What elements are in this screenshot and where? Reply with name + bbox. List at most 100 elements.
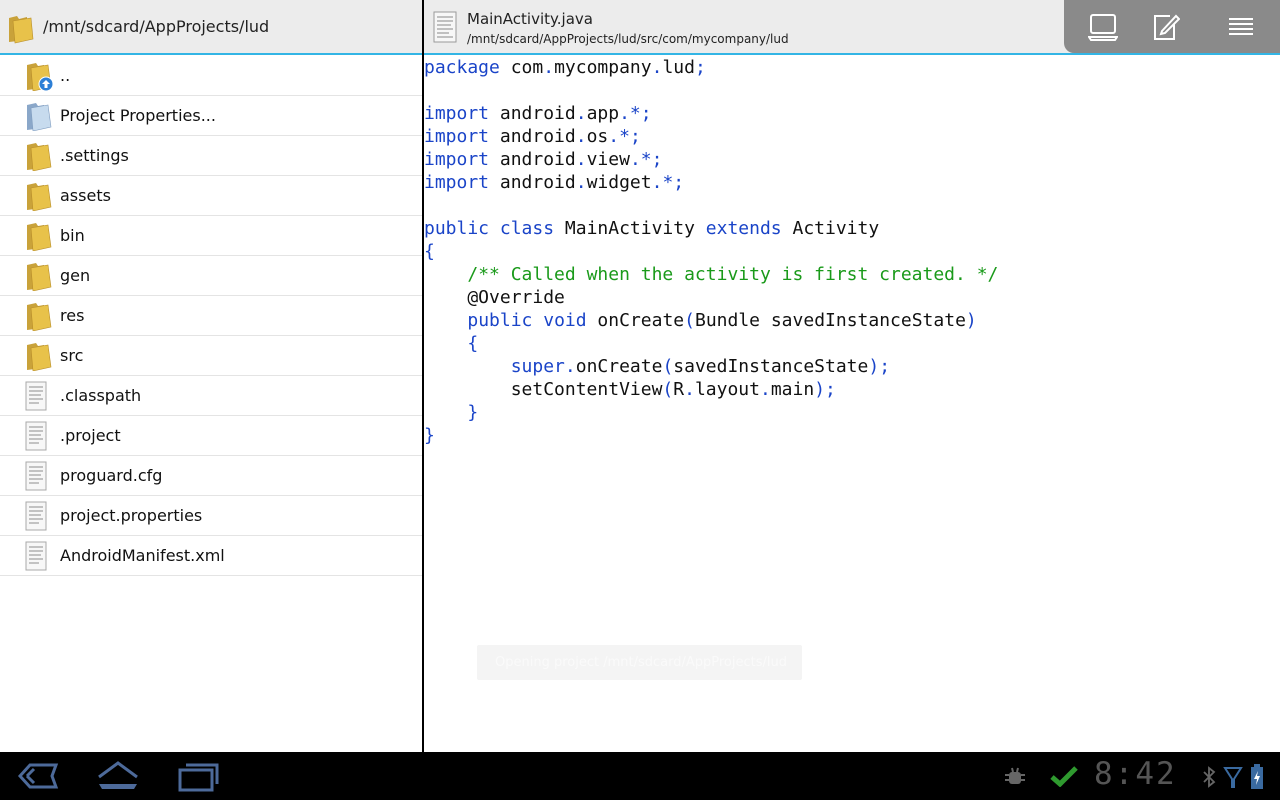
code-line: }	[424, 424, 998, 447]
code-token: .	[575, 172, 587, 193]
toast-text: Opening project /mnt/sdcard/AppProjects/…	[495, 655, 787, 670]
clock: 8:42	[1094, 756, 1177, 792]
code-token: .	[564, 356, 576, 377]
code-token: import	[424, 149, 490, 170]
folder-icon	[24, 261, 54, 292]
back-icon[interactable]	[16, 760, 60, 792]
list-item[interactable]: ..	[0, 56, 422, 96]
editor-header: MainActivity.java /mnt/sdcard/AppProject…	[424, 0, 1280, 55]
code-editor[interactable]: package com.mycompany.lud;​import androi…	[424, 56, 998, 447]
editor-filename: MainActivity.java	[467, 10, 593, 28]
code-line: {	[424, 240, 998, 263]
code-token: public	[424, 218, 490, 239]
code-token: MainActivity	[554, 218, 706, 239]
code-token: package	[424, 57, 500, 78]
home-icon[interactable]	[96, 760, 140, 792]
code-token: mycompany	[554, 57, 652, 78]
list-item-label: Project Properties...	[60, 106, 216, 125]
file-icon	[24, 461, 54, 491]
list-item[interactable]: Project Properties...	[0, 96, 422, 136]
code-token: import	[424, 126, 490, 147]
edit-icon[interactable]	[1150, 12, 1180, 42]
code-token: onCreate	[586, 310, 685, 331]
code-token: import	[424, 172, 490, 193]
file-icon	[24, 381, 54, 411]
code-line: public class MainActivity extends Activi…	[424, 217, 998, 240]
list-item[interactable]: .classpath	[0, 376, 422, 416]
code-token: onCreate	[575, 356, 663, 377]
list-item[interactable]: gen	[0, 256, 422, 296]
list-item-label: project.properties	[60, 506, 203, 525]
list-item-label: gen	[60, 266, 91, 285]
code-token: android	[489, 126, 576, 147]
code-line: {	[424, 332, 998, 355]
list-item-label: proguard.cfg	[60, 466, 163, 485]
code-token: android	[489, 103, 576, 124]
list-item-label: .settings	[60, 146, 129, 165]
list-item[interactable]: .settings	[0, 136, 422, 176]
list-item[interactable]: res	[0, 296, 422, 336]
file-icon	[24, 501, 54, 531]
code-token: layout	[694, 379, 760, 400]
code-token: );	[814, 379, 836, 400]
list-item-label: ..	[60, 66, 71, 85]
code-token: lud	[662, 57, 695, 78]
list-item[interactable]: bin	[0, 216, 422, 256]
code-token: .	[575, 126, 587, 147]
code-token: Activity	[781, 218, 880, 239]
code-token: .*;	[629, 149, 663, 170]
code-token: }	[467, 402, 479, 423]
menu-icon[interactable]	[1226, 12, 1256, 42]
code-token: import	[424, 103, 490, 124]
code-token: .*;	[608, 126, 641, 147]
code-token: .	[575, 149, 587, 170]
battery-icon	[1250, 764, 1264, 794]
code-token: view	[586, 149, 630, 170]
code-line: @Override	[424, 286, 998, 309]
code-token: /** Called when the activity is first cr…	[467, 264, 999, 285]
code-token: .	[575, 103, 587, 124]
code-token: (	[684, 310, 695, 331]
code-token: ;	[694, 57, 706, 78]
checkmark-icon	[1050, 765, 1078, 791]
bluetooth-icon	[1202, 766, 1216, 792]
code-token: Bundle savedInstanceState	[694, 310, 966, 331]
code-line: import android.view.*;	[424, 148, 998, 171]
build-icon[interactable]	[1088, 12, 1118, 42]
list-item[interactable]: proguard.cfg	[0, 456, 422, 496]
list-item[interactable]: project.properties	[0, 496, 422, 536]
code-token: extends	[705, 218, 782, 239]
list-item[interactable]: assets	[0, 176, 422, 216]
list-item[interactable]: src	[0, 336, 422, 376]
recent-apps-icon[interactable]	[176, 760, 220, 792]
folder-icon	[24, 341, 54, 372]
code-token: com	[499, 57, 544, 78]
code-token: )	[965, 310, 977, 331]
code-token: .	[651, 57, 663, 78]
signal-icon	[1223, 765, 1243, 793]
list-item-label: .project	[60, 426, 121, 445]
file-icon	[24, 421, 54, 451]
list-item[interactable]: .project	[0, 416, 422, 456]
code-token: .	[543, 57, 555, 78]
action-bar	[1064, 0, 1280, 53]
code-token: }	[424, 425, 435, 446]
code-token: android	[489, 149, 576, 170]
code-token: (	[662, 356, 674, 377]
code-line: /** Called when the activity is first cr…	[424, 263, 998, 286]
code-token: .	[759, 379, 771, 400]
code-token: main	[770, 379, 815, 400]
code-line: public void onCreate(Bundle savedInstanc…	[424, 309, 998, 332]
list-item[interactable]: AndroidManifest.xml	[0, 536, 422, 576]
list-item-label: .classpath	[60, 386, 142, 405]
editor-panel: MainActivity.java /mnt/sdcard/AppProject…	[424, 0, 1280, 752]
code-token: savedInstanceState	[673, 356, 869, 377]
code-token: void	[543, 310, 587, 331]
code-line: ​	[424, 79, 998, 102]
list-item-label: bin	[60, 226, 85, 245]
file-browser-panel: /mnt/sdcard/AppProjects/lud .. Project Pr…	[0, 0, 422, 752]
